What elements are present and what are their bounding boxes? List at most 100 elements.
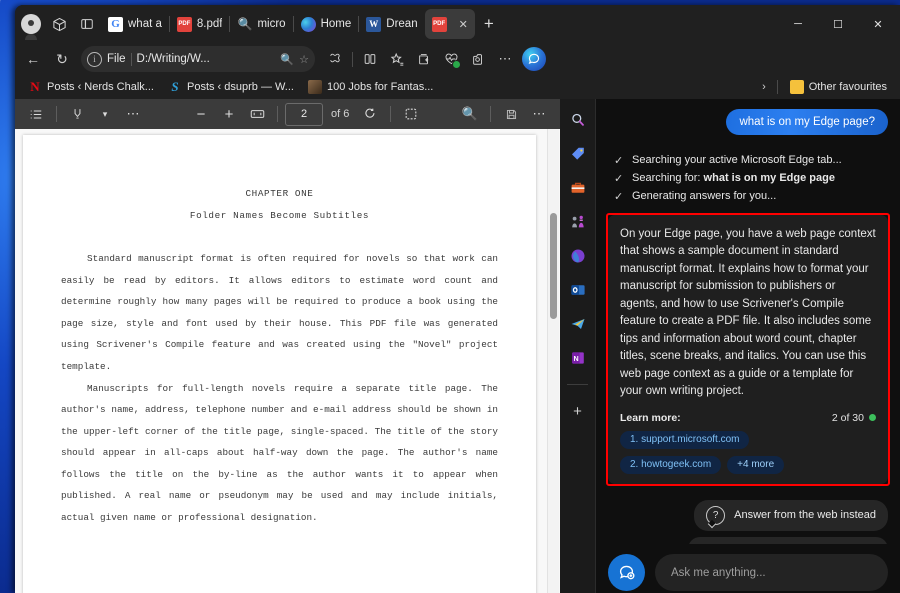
step-query: what is on my Edge page [704,172,835,184]
maximize-button[interactable]: ☐ [818,6,858,42]
more-options-icon[interactable]: ⋯ [492,46,518,72]
new-tab-button[interactable]: + [475,10,503,38]
info-icon[interactable]: i [87,52,102,67]
bookmark-1[interactable]: S Posts ‹ dsuprb — W... [163,78,299,96]
rail-divider [567,384,588,385]
add-sidebar-app-button[interactable]: + [565,399,590,424]
tab-1[interactable]: PDF 8.pdf [170,9,230,39]
shopping-tag-icon[interactable] [565,141,590,166]
rotate-icon[interactable] [357,102,383,126]
more-tools-icon[interactable]: ⋯ [120,102,146,126]
account-avatar[interactable] [17,10,45,38]
save-icon[interactable] [498,102,524,126]
chevron-down-icon[interactable]: ▾ [92,102,118,126]
edge-icon [301,17,316,32]
browser-essentials-icon[interactable] [438,46,464,72]
split-screen-icon[interactable] [322,46,348,72]
minimize-button[interactable]: ─ [778,6,818,42]
toolbar-divider [56,106,57,122]
progress-step: ✓ Searching your active Microsoft Edge t… [606,151,890,169]
document-paragraph: Manuscripts for full-length novels requi… [61,378,498,529]
more-settings-icon[interactable]: ⋯ [526,102,552,126]
zoom-out-icon[interactable]: 🔍 [280,53,294,66]
copilot-icon[interactable] [522,47,546,71]
pdf-scroll-area[interactable]: CHAPTER ONE Folder Names Become Subtitle… [15,129,560,593]
games-icon[interactable] [565,209,590,234]
folder-icon [790,80,804,94]
onenote-icon[interactable]: N [565,345,590,370]
suggestion-answer-from-web[interactable]: ? Answer from the web instead [694,500,888,531]
chapter-heading: CHAPTER ONE [61,183,498,205]
microsoft-365-icon[interactable] [565,243,590,268]
progress-steps: ✓ Searching your active Microsoft Edge t… [606,135,890,205]
tab-5-active[interactable]: PDF ✕ [425,9,475,39]
svg-text:N: N [573,354,578,363]
zoom-out-button[interactable]: − [188,102,214,126]
split-window-icon[interactable] [357,46,383,72]
citation-more-button[interactable]: +4 more [727,456,784,474]
bookmark-2[interactable]: 100 Jobs for Fantas... [303,78,438,96]
citation-link[interactable]: 1. support.microsoft.com [620,431,749,449]
page-number-input[interactable]: 2 [285,103,323,126]
tab-label: what a [128,18,162,30]
citation-link[interactable]: 2. howtogeek.com [620,456,721,474]
pdf-scrollbar[interactable] [547,129,559,593]
tab-strip: G what a PDF 8.pdf 🔍 micro Home W Drean [15,5,900,43]
tab-3[interactable]: Home [294,9,359,39]
reload-button[interactable]: ↻ [48,46,76,72]
window-controls: ─ ☐ ✕ [778,6,898,42]
step-label: Searching for: what is on my Edge page [632,172,835,184]
question-bubble-icon: ? [706,506,725,525]
highlight-pen-icon[interactable] [64,102,90,126]
search-icon[interactable] [565,107,590,132]
close-window-button[interactable]: ✕ [858,6,898,42]
search-icon[interactable]: 🔍 [457,102,483,126]
url-scheme: File [107,53,126,65]
pdf-toolbar: ▾ ⋯ − + 2 of 6 [15,99,560,129]
suggestion-customize-edge[interactable]: How do I customize my Edge page? [688,537,888,544]
tab-4[interactable]: W Drean [359,9,424,39]
page-count-label: of 6 [325,108,355,120]
split-pane-icon[interactable] [73,10,101,38]
sidebar-rail: N + [560,99,596,593]
tab-list: G what a PDF 8.pdf 🔍 micro Home W Drean [101,9,778,39]
close-icon[interactable]: ✕ [459,18,468,31]
document-paragraph: Standard manuscript format is often requ… [61,248,498,377]
other-favourites-folder[interactable]: Other favourites [785,78,892,96]
omnibox[interactable]: i File D:/Writing/W... 🔍 ☆ [81,46,315,72]
table-of-contents-icon[interactable] [23,102,49,126]
pdf-icon: PDF [177,17,192,32]
toolbar-divider [490,106,491,122]
outlook-icon[interactable] [565,277,590,302]
learn-more-row: Learn more: 2 of 30 [620,412,876,424]
url-text[interactable]: D:/Writing/W... [137,53,276,65]
star-icon[interactable]: ☆ [299,53,309,66]
status-badge [452,60,461,69]
document-content: CHAPTER ONE Folder Names Become Subtitle… [23,135,536,528]
back-button[interactable]: ← [19,46,47,72]
pdf-scrollbar-thumb[interactable] [550,213,557,319]
tools-icon[interactable] [565,175,590,200]
bookmarks-overflow-icon[interactable]: › [758,81,770,93]
bookmark-label: Posts ‹ Nerds Chalk... [47,81,154,93]
bookmark-0[interactable]: N Posts ‹ Nerds Chalk... [23,78,159,96]
zoom-in-button[interactable]: + [216,102,242,126]
tab-0[interactable]: G what a [101,9,169,39]
favorites-icon[interactable] [384,46,410,72]
fit-to-page-icon[interactable] [244,102,270,126]
user-message-bubble: what is on my Edge page? [726,109,888,135]
copilot-panel: what is on my Edge page? ✓ Searching you… [596,99,900,593]
image-favicon [308,80,322,94]
new-chat-icon[interactable] [608,554,645,591]
workspaces-icon[interactable] [45,10,73,38]
netflix-favicon: N [28,80,42,94]
tab-2[interactable]: 🔍 micro [230,9,292,39]
chapter-subtitle: Folder Names Become Subtitles [61,205,498,227]
page-layout-icon[interactable] [398,102,424,126]
copilot-input[interactable]: Ask me anything... [655,554,888,591]
collections-icon[interactable] [411,46,437,72]
profile-settings-icon[interactable] [465,46,491,72]
telegram-icon[interactable] [565,311,590,336]
bookmark-label: Posts ‹ dsuprb — W... [187,81,294,93]
counter-text: 2 of 30 [832,412,864,424]
